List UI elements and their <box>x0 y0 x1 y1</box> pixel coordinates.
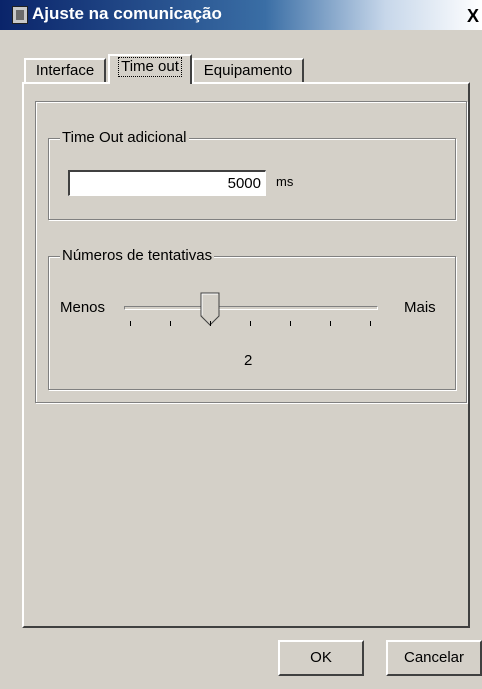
slider-track[interactable] <box>124 306 378 310</box>
title-bar: Ajuste na comunicação X <box>0 0 482 30</box>
tab-time-out-label: Time out <box>118 57 182 77</box>
slider-tick <box>290 321 291 326</box>
timeout-unit: ms <box>276 174 294 189</box>
slider-tick <box>330 321 331 326</box>
tab-time-out[interactable]: Time out <box>108 54 192 84</box>
timeout-group-legend: Time Out adicional <box>60 129 189 147</box>
timeout-input[interactable] <box>68 170 266 196</box>
slider-max-label: Mais <box>404 299 436 316</box>
retries-group-legend: Números de tentativas <box>60 247 215 265</box>
cancel-button[interactable]: Cancelar <box>386 640 482 676</box>
slider-min-label: Menos <box>60 299 106 316</box>
window-title: Ajuste na comunicação <box>32 4 222 23</box>
slider-tick <box>250 321 251 326</box>
app-icon <box>12 6 28 24</box>
ok-button[interactable]: OK <box>278 640 364 676</box>
tab-interface[interactable]: Interface <box>24 58 106 82</box>
slider-tick <box>130 321 131 326</box>
tab-interface-label: Interface <box>35 62 95 79</box>
tab-equipamento[interactable]: Equipamento <box>192 58 304 82</box>
retries-group <box>48 256 456 390</box>
slider-tick <box>210 321 211 326</box>
slider-tick <box>170 321 171 326</box>
slider-value: 2 <box>244 352 253 369</box>
close-button[interactable]: X <box>464 6 482 26</box>
tab-equipamento-label: Equipamento <box>203 62 293 79</box>
slider-tick <box>370 321 371 326</box>
